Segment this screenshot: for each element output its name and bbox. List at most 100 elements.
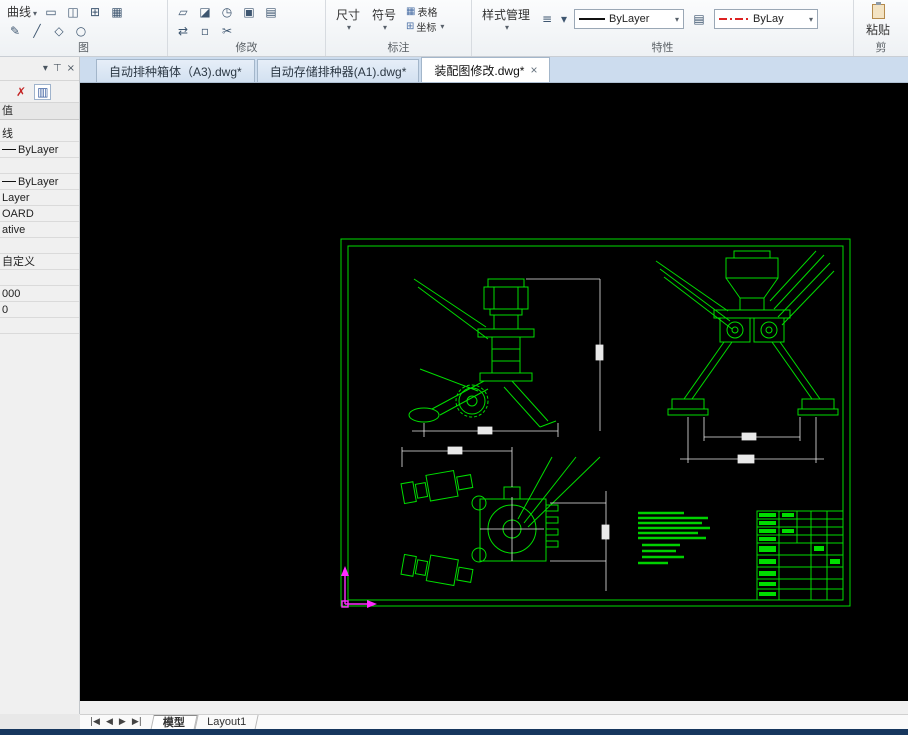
mirror-icon[interactable]: ◪	[194, 3, 216, 21]
doc-tab-3-active[interactable]: 装配图修改.dwg* ×	[421, 57, 551, 82]
palette-iconrow: ✗ ▥	[0, 81, 79, 103]
first-sheet-icon[interactable]: |◀	[90, 717, 100, 727]
ribbon-group-clipboard: 粘贴 剪	[854, 0, 908, 56]
polygon-icon[interactable]: ◇	[48, 22, 70, 40]
filter-icon[interactable]: ▥	[34, 83, 52, 100]
palette-row[interactable]	[0, 158, 79, 174]
ribbon-group-modify: ▱ ◪ ◷ ▣ ▤ ⇄ ▫ ✂ 修改	[168, 0, 326, 56]
pencil-icon[interactable]: ✎	[4, 22, 26, 40]
clipboard-icon	[871, 2, 885, 19]
offset-icon[interactable]: ▱	[172, 3, 194, 21]
dimension-button[interactable]: 尺寸 ▾	[330, 4, 366, 34]
chevron-down-icon: ▾	[440, 21, 445, 31]
linetype-grid-icon[interactable]: ▤	[688, 10, 710, 28]
symbol-button[interactable]: 符号 ▾	[366, 4, 402, 34]
view-top	[400, 456, 601, 587]
move-icon[interactable]: ⇄	[172, 22, 194, 40]
hatch-icon[interactable]: ▦	[106, 3, 128, 21]
group-label-annotate: 标注	[387, 42, 410, 54]
prev-sheet-icon[interactable]: ◀	[106, 717, 113, 727]
palette-row[interactable]: 线	[0, 126, 79, 142]
palette-row[interactable]	[0, 270, 79, 286]
pin-icon[interactable]: ⊤	[53, 63, 62, 74]
palette-row[interactable]: 0	[0, 302, 79, 318]
view-front-left-dims	[412, 278, 604, 437]
table-button[interactable]: ▦ 表格	[406, 4, 444, 19]
tab-layout1[interactable]: Layout1	[194, 714, 259, 730]
linetype-combo[interactable]: ByLay ▾	[714, 9, 819, 29]
rectangle-icon[interactable]: ▭	[40, 3, 62, 21]
sheet-nav-buttons: |◀ ◀ ▶ ▶|	[80, 717, 152, 727]
close-icon[interactable]: ×	[67, 63, 75, 74]
palette-row[interactable]: ative	[0, 222, 79, 238]
view-front-right-dims	[680, 417, 824, 464]
chevron-down-icon: ▾	[383, 23, 388, 32]
view-front-left	[408, 278, 557, 428]
close-icon[interactable]: ×	[530, 64, 537, 76]
palette-header-row: 值	[0, 103, 79, 120]
hamburger-icon[interactable]: ≡	[536, 10, 558, 28]
group-label-properties: 特性	[651, 42, 674, 54]
chevron-down-icon[interactable]: ▾	[43, 63, 48, 74]
doc-tab-2[interactable]: 自动存储排种器(A1).dwg*	[256, 59, 420, 82]
rotate-icon[interactable]: ◷	[216, 3, 238, 21]
ribbon-group-draw: 曲线 ▾ ▭ ◫ ⊞ ▦ ✎ ╱ ◇ ○ 图	[0, 0, 168, 56]
bottom-left-corner	[0, 714, 80, 729]
trim-icon[interactable]: ▫	[194, 22, 216, 40]
coordinate-icon: ⊞	[406, 20, 415, 32]
last-sheet-icon[interactable]: ▶|	[132, 717, 142, 727]
scissors-icon[interactable]: ✂	[216, 22, 238, 40]
clear-filter-icon[interactable]: ✗	[16, 85, 26, 99]
linetype-sample	[2, 181, 16, 182]
chevron-down-icon: ▾	[809, 14, 814, 24]
group-label-draw: 图	[78, 42, 89, 54]
ribbon: 曲线 ▾ ▭ ◫ ⊞ ▦ ✎ ╱ ◇ ○ 图 ▱ ◪ ◷ ▣ ▤ ⇄ ▫ ✂ 修改	[0, 0, 908, 57]
canvas-bottom-strip	[80, 701, 908, 714]
tab-model[interactable]: 模型	[150, 714, 198, 730]
chevron-down-icon: ▾	[347, 23, 352, 32]
view-front-right	[655, 250, 839, 416]
sheet-nav-row: |◀ ◀ ▶ ▶| 模型 Layout1	[80, 714, 908, 730]
palette-row[interactable]: ByLayer	[0, 142, 79, 158]
layer-color-combo[interactable]: ByLayer ▾	[574, 9, 685, 29]
palette-row[interactable]: OARD	[0, 206, 79, 222]
doc-tab-1[interactable]: 自动排种箱体（A3).dwg*	[96, 59, 255, 82]
chevron-down-icon: ▾	[675, 14, 680, 24]
style-manager-button[interactable]: 样式管理 ▾	[476, 4, 536, 34]
line-icon[interactable]: ╱	[26, 22, 48, 40]
properties-palette: ▾ ⊤ × ✗ ▥ 值 线 ByLayer ByLayer Layer OARD…	[0, 57, 80, 714]
linetype-sample-dashdot	[719, 18, 750, 20]
grid-icon[interactable]: ⊞	[84, 3, 106, 21]
document-tabbar: 自动排种箱体（A3).dwg* 自动存储排种器(A1).dwg* 装配图修改.d…	[80, 57, 908, 83]
drawing-canvas[interactable]	[80, 83, 908, 701]
paste-button[interactable]: 粘贴	[858, 2, 898, 40]
split-rect-icon[interactable]: ◫	[62, 3, 84, 21]
chevron-down-icon: ▾	[33, 9, 38, 18]
status-bar	[0, 729, 908, 735]
array-icon[interactable]: ▣	[238, 3, 260, 21]
linetype-sample-solid	[579, 18, 606, 20]
group-label-clipboard: 剪	[875, 42, 887, 54]
coordinate-button[interactable]: ⊞ 坐标 ▾	[406, 19, 445, 34]
palette-row[interactable]: 000	[0, 286, 79, 302]
ribbon-group-properties: 样式管理 ▾ ≡ ▾ ByLayer ▾ ▤ ByLay ▾ 特性	[472, 0, 854, 56]
ucs-icon	[341, 566, 377, 608]
palette-row	[0, 318, 79, 334]
circle-icon[interactable]: ○	[70, 22, 92, 40]
cad-drawing	[340, 238, 851, 608]
palette-row[interactable]: 自定义	[0, 254, 79, 270]
chevron-down-icon[interactable]: ▾	[558, 10, 570, 28]
curve-button[interactable]: 曲线 ▾	[4, 3, 40, 21]
linetype-sample	[2, 149, 16, 150]
title-block	[756, 510, 844, 601]
next-sheet-icon[interactable]: ▶	[119, 717, 126, 727]
ribbon-group-annotate: 尺寸 ▾ 符号 ▾ ▦ 表格 ⊞ 坐标 ▾ 标注	[326, 0, 472, 56]
palette-row[interactable]: ByLayer	[0, 174, 79, 190]
notes-block	[638, 511, 710, 565]
palette-toolbar: ▾ ⊤ ×	[0, 57, 79, 81]
chevron-down-icon: ▾	[505, 23, 510, 32]
layer-tool-icon[interactable]: ▤	[260, 3, 282, 21]
table-icon: ▦	[406, 5, 416, 17]
palette-row[interactable]	[0, 238, 79, 254]
palette-row[interactable]: Layer	[0, 190, 79, 206]
